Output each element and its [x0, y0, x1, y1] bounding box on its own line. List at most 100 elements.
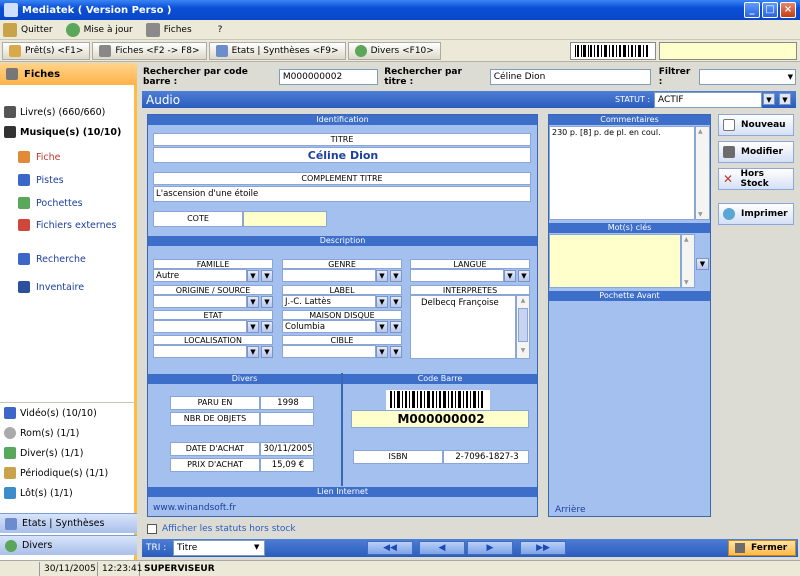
prix-achat-field[interactable]: 15,09 € [260, 458, 314, 472]
modifier-button[interactable]: Modifier [718, 141, 794, 163]
nav-prets-button[interactable]: Prêt(s) <F1> [2, 41, 91, 60]
lien-url[interactable]: www.winandsoft.fr [153, 503, 236, 513]
sidebar-item-divers[interactable]: Diver(s) (1/1) [4, 447, 83, 459]
menu-mise-a-jour[interactable]: Mise à jour [63, 22, 133, 37]
localisation-field[interactable] [153, 345, 247, 358]
sidebar-item-musique[interactable]: Musique(s) (10/10) [4, 126, 121, 138]
tri-select[interactable]: Titre [173, 540, 265, 556]
close-button[interactable]: × [780, 2, 796, 18]
motscles-scrollbar[interactable]: ▲ ▼ [681, 234, 695, 288]
nav-divers-button[interactable]: Divers <F10> [347, 41, 441, 60]
commentaires-field[interactable]: 230 p. [8] p. de pl. en coul. [549, 126, 695, 220]
chevron-down-icon[interactable]: ▼ [763, 93, 775, 105]
nbr-objets-field[interactable] [260, 412, 314, 426]
fermer-button[interactable]: Fermer [728, 540, 796, 556]
chevron-up-icon[interactable]: ▲ [698, 128, 703, 135]
sidebar-sub-fiche[interactable]: Fiche [18, 151, 61, 163]
maison-field[interactable]: Columbia [282, 320, 376, 333]
sidebar-divers-button[interactable]: Divers [0, 535, 137, 555]
complement-field[interactable]: L'ascension d'une étoile [153, 186, 531, 202]
checkbox[interactable] [147, 524, 157, 534]
barcode-scan-field[interactable] [570, 42, 656, 60]
nouveau-button[interactable]: Nouveau [718, 114, 794, 136]
menu-quitter[interactable]: Quitter [0, 22, 53, 37]
chevron-down-icon[interactable]: ▼ [518, 347, 528, 357]
titre-input[interactable]: Céline Dion [489, 69, 651, 85]
motscles-field[interactable] [549, 234, 681, 288]
chevron-down-icon[interactable]: ▼ [698, 211, 703, 218]
sidebar-item-lot[interactable]: Lôt(s) (1/1) [4, 487, 73, 499]
barcode-input[interactable] [659, 42, 797, 60]
menu-help[interactable]: ? [202, 25, 223, 35]
arriere-link[interactable]: Arrière [555, 505, 585, 515]
label-field[interactable]: J.-C. Lattès [282, 295, 376, 308]
chevron-down-icon[interactable]: ▼ [247, 321, 259, 333]
sidebar-item-livres[interactable]: Livre(s) (660/660) [4, 106, 105, 118]
chevron-down-icon[interactable]: ▼ [518, 270, 530, 282]
codebarre-field[interactable]: M000000002 [351, 410, 529, 428]
sidebar-sub-recherche[interactable]: Recherche [18, 253, 86, 265]
chevron-down-icon[interactable]: ▼ [390, 270, 402, 282]
langue-field[interactable] [410, 269, 504, 282]
etat-field[interactable] [153, 320, 247, 333]
last-record-button[interactable]: ▶▶ [520, 541, 566, 555]
first-record-button[interactable]: ◀◀ [367, 541, 413, 555]
titre-field[interactable]: Céline Dion [153, 147, 531, 163]
interpretes-list[interactable]: Delbecq Françoise [410, 295, 516, 359]
sidebar-sub-fichiers[interactable]: Fichiers externes [18, 219, 116, 231]
chevron-down-icon[interactable]: ▼ [779, 93, 791, 105]
pochette-image[interactable] [549, 302, 710, 500]
code-barre-input[interactable]: M000000002 [278, 69, 379, 85]
sidebar-item-rom[interactable]: Rom(s) (1/1) [4, 427, 79, 439]
genre-field[interactable] [282, 269, 376, 282]
scroll-thumb[interactable] [518, 308, 528, 342]
chevron-down-icon[interactable]: ▼ [390, 296, 402, 308]
chevron-down-icon[interactable]: ▼ [684, 279, 689, 286]
chevron-down-icon[interactable]: ▼ [261, 270, 273, 282]
cote-field[interactable] [243, 211, 327, 227]
hors-stock-button[interactable]: ✕ Hors Stock [718, 168, 794, 190]
prev-record-button[interactable]: ◀ [419, 541, 465, 555]
interpretes-scrollbar[interactable]: ▲ ▼ [516, 295, 530, 359]
chevron-down-icon[interactable]: ▼ [696, 258, 709, 270]
minimize-button[interactable]: _ [744, 2, 760, 18]
isbn-field[interactable]: 2-7096-1827-3 [443, 450, 529, 464]
hors-stock-checkbox-row[interactable]: Afficher les statuts hors stock [147, 524, 296, 534]
filtrer-select[interactable]: ▼ [698, 69, 796, 85]
chevron-up-icon[interactable]: ▲ [518, 297, 528, 307]
maximize-button[interactable]: □ [762, 2, 778, 18]
famille-field[interactable]: Autre [153, 269, 247, 282]
sidebar-sub-inventaire[interactable]: Inventaire [18, 281, 84, 293]
chevron-down-icon[interactable]: ▼ [261, 296, 273, 308]
sidebar-item-periodique[interactable]: Périodique(s) (1/1) [4, 467, 108, 479]
nav-etats-button[interactable]: Etats | Synthèses <F9> [208, 41, 346, 60]
chevron-down-icon[interactable]: ▼ [376, 270, 388, 282]
chevron-down-icon[interactable]: ▼ [261, 321, 273, 333]
sidebar-header[interactable]: Fiches [0, 63, 137, 85]
chevron-down-icon[interactable]: ▼ [247, 346, 259, 358]
menu-fiches[interactable]: Fiches [143, 22, 192, 37]
chevron-down-icon[interactable]: ▼ [376, 296, 388, 308]
sidebar-sub-pochettes[interactable]: Pochettes [18, 197, 83, 209]
sidebar-sub-pistes[interactable]: Pistes [18, 174, 64, 186]
sidebar-etats-button[interactable]: Etats | Synthèses [0, 513, 137, 533]
paru-field[interactable]: 1998 [260, 396, 314, 410]
chevron-down-icon[interactable]: ▼ [376, 346, 388, 358]
nav-fiches-button[interactable]: Fiches <F2 -> F8> [92, 41, 207, 60]
origine-field[interactable] [153, 295, 247, 308]
chevron-down-icon[interactable]: ▼ [247, 270, 259, 282]
chevron-down-icon[interactable]: ▼ [390, 346, 402, 358]
chevron-down-icon[interactable]: ▼ [261, 346, 273, 358]
chevron-down-icon[interactable]: ▼ [254, 543, 259, 551]
statut-select[interactable]: ACTIF [654, 91, 762, 108]
cible-field[interactable] [282, 345, 376, 358]
imprimer-button[interactable]: Imprimer [718, 203, 794, 225]
sidebar-item-video[interactable]: Vidéo(s) (10/10) [4, 407, 97, 419]
interprete-item[interactable]: Delbecq Françoise [421, 298, 499, 308]
chevron-down-icon[interactable]: ▼ [504, 270, 516, 282]
chevron-down-icon[interactable]: ▼ [376, 321, 388, 333]
chevron-down-icon[interactable]: ▼ [247, 296, 259, 308]
chevron-up-icon[interactable]: ▲ [684, 236, 689, 243]
commentaires-scrollbar[interactable]: ▲ ▼ [695, 126, 710, 220]
chevron-down-icon[interactable]: ▼ [390, 321, 402, 333]
